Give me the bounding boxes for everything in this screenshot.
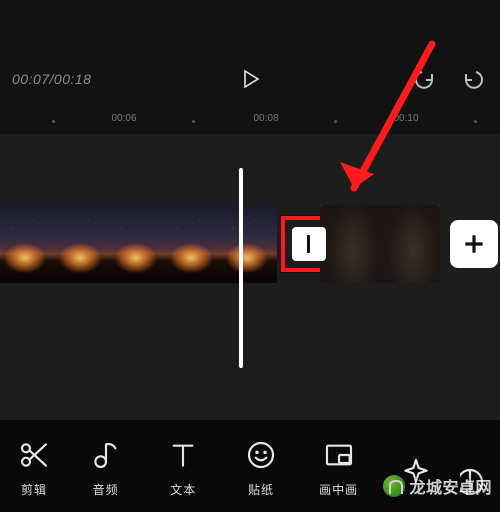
transition-icon — [307, 235, 310, 253]
music-note-icon — [90, 439, 122, 471]
adjust-icon — [460, 466, 486, 498]
sparkle-icon — [400, 456, 432, 488]
redo-button[interactable] — [460, 65, 488, 93]
tool-effect[interactable] — [382, 432, 450, 498]
redo-icon — [462, 67, 486, 91]
clip-frame — [380, 205, 440, 283]
tool-label: 剪辑 — [21, 481, 47, 498]
clip-frame — [0, 205, 55, 283]
clip-b[interactable] — [320, 205, 440, 283]
tool-pip[interactable]: 画中画 — [305, 432, 373, 498]
tool-label: 贴纸 — [248, 481, 274, 498]
clip-frame — [55, 205, 110, 283]
tool-audio[interactable]: 音频 — [72, 432, 140, 498]
tool-label: 音频 — [93, 481, 119, 498]
text-t-icon — [167, 439, 199, 471]
tool-text[interactable]: 文本 — [149, 432, 217, 498]
scissors-icon — [18, 439, 50, 471]
tool-more[interactable] — [460, 432, 494, 498]
tool-sticker[interactable]: 贴纸 — [227, 432, 295, 498]
clip-frame — [320, 205, 380, 283]
play-button[interactable] — [235, 64, 265, 94]
tool-label: 文本 — [170, 481, 196, 498]
smiley-icon — [245, 439, 277, 471]
tool-cut[interactable]: 剪辑 — [6, 432, 62, 498]
player-bar: 00:07/00:18 — [0, 44, 500, 114]
undo-button[interactable] — [410, 65, 438, 93]
ruler-label: 00:06 — [111, 113, 136, 124]
timecode: 00:07/00:18 — [12, 71, 91, 87]
undo-icon — [412, 67, 436, 91]
add-clip-button[interactable] — [450, 220, 498, 268]
clip-frame — [166, 205, 221, 283]
play-icon — [238, 67, 262, 91]
bottom-toolbar: 剪辑 音频 文本 贴纸 画中画 — [0, 420, 500, 512]
playhead[interactable] — [239, 168, 243, 368]
clip-frame — [111, 205, 166, 283]
ruler-tick — [334, 120, 337, 123]
ruler-tick — [192, 120, 195, 123]
video-editor-app: 00:07/00:18 00:06 00:08 00:10 — [0, 0, 500, 512]
clip-row — [0, 205, 500, 283]
timeline-ruler[interactable]: 00:06 00:08 00:10 — [0, 108, 500, 134]
ruler-label: 00:08 — [253, 113, 278, 124]
tool-label: 画中画 — [319, 481, 358, 498]
ruler-label: 00:10 — [393, 113, 418, 124]
clip-timeline[interactable] — [0, 205, 500, 283]
transition-button[interactable] — [292, 227, 326, 261]
ruler-tick — [474, 120, 477, 123]
pip-icon — [323, 439, 355, 471]
clip-frame — [222, 205, 277, 283]
ruler-tick — [52, 120, 55, 123]
history-controls — [410, 65, 488, 93]
clip-a[interactable] — [0, 205, 277, 283]
plus-icon — [461, 231, 487, 257]
